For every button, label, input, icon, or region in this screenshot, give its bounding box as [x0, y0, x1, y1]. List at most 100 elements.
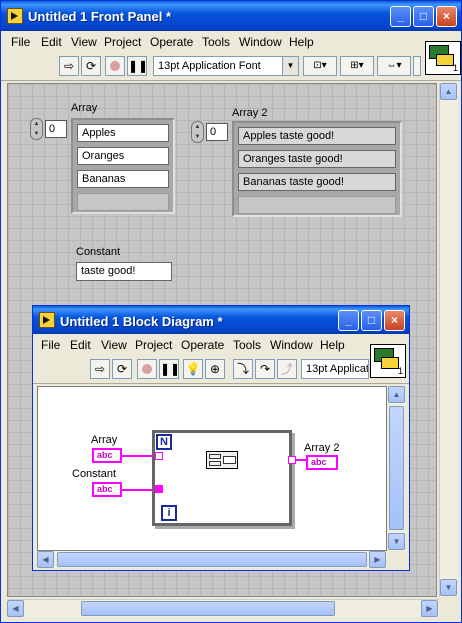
block-diagram-window: Untitled 1 Block Diagram * _ □ × File Ed…	[32, 305, 410, 571]
front-panel-horizontal-scrollbar[interactable]: ◀ ▶	[7, 599, 439, 617]
step-out-icon[interactable]: ⤴	[277, 359, 297, 379]
menu-help[interactable]: Help	[289, 35, 314, 49]
block-diagram-menubar: File Edit View Project Operate Tools Win…	[33, 334, 409, 354]
array2-element: Bananas taste good!	[238, 173, 396, 191]
align-objects-icon[interactable]: ⊡▾	[303, 56, 337, 76]
loop-iteration-terminal[interactable]: i	[161, 505, 177, 521]
front-panel-title: Untitled 1 Front Panel *	[28, 9, 172, 24]
constant-string-control[interactable]: taste good!	[76, 262, 172, 281]
vi-connector-icon[interactable]: 1	[370, 344, 406, 378]
array-index-value[interactable]: 0	[45, 120, 67, 138]
menu-edit[interactable]: Edit	[70, 338, 91, 352]
pause-icon[interactable]: ❚❚	[159, 359, 180, 379]
retain-wire-values-icon[interactable]: ⊕	[205, 359, 225, 379]
font-selector[interactable]: 13pt Application Font ▼	[153, 56, 299, 76]
menu-file[interactable]: File	[11, 35, 30, 49]
array-index-display[interactable]: ▲ ▼ 0	[30, 118, 67, 140]
input-tunnel[interactable]	[155, 485, 163, 493]
array2-terminal[interactable]: abc	[306, 455, 338, 470]
distribute-objects-icon[interactable]: ⊞▾	[340, 56, 374, 76]
menu-operate[interactable]: Operate	[181, 338, 224, 352]
array-terminal[interactable]: abc	[92, 448, 122, 463]
menu-edit[interactable]: Edit	[41, 35, 62, 49]
front-panel-title-bar[interactable]: Untitled 1 Front Panel * _ □ ×	[1, 1, 461, 31]
menu-view[interactable]: View	[71, 35, 97, 49]
scroll-left-icon[interactable]: ◀	[7, 600, 24, 617]
scroll-right-icon[interactable]: ▶	[369, 551, 386, 568]
scroll-down-icon[interactable]: ▼	[388, 533, 405, 550]
maximize-button[interactable]: □	[413, 6, 434, 27]
menu-help[interactable]: Help	[320, 338, 345, 352]
highlight-execution-icon[interactable]: 💡	[183, 359, 203, 379]
block-diagram-title-bar[interactable]: Untitled 1 Block Diagram * _ □ ×	[33, 306, 409, 334]
concatenate-strings-node[interactable]	[206, 451, 238, 469]
string-array-wire[interactable]	[122, 455, 156, 457]
array-element[interactable]: Bananas	[77, 170, 169, 188]
run-arrow-icon[interactable]: ⇨	[59, 56, 79, 76]
scroll-up-icon[interactable]: ▲	[440, 83, 457, 100]
array2-element: Oranges taste good!	[238, 150, 396, 168]
block-diagram-horizontal-scrollbar[interactable]: ◀ ▶	[37, 551, 387, 568]
menu-tools[interactable]: Tools	[202, 35, 230, 49]
scroll-down-icon[interactable]: ▼	[440, 579, 457, 596]
horizontal-scroll-thumb[interactable]	[57, 552, 367, 567]
vi-glyph-arrow-icon	[381, 357, 399, 369]
array2-frame: Apples taste good! Oranges taste good! B…	[232, 121, 402, 217]
step-over-icon[interactable]: ↷	[255, 359, 275, 379]
string-wire[interactable]	[122, 489, 156, 491]
close-button[interactable]: ×	[436, 6, 457, 27]
array2-terminal-label: Array 2	[304, 442, 340, 454]
auto-index-tunnel[interactable]	[155, 452, 163, 460]
for-loop[interactable]: N i	[152, 430, 292, 526]
abort-execution-icon[interactable]	[105, 56, 125, 76]
run-continuously-icon[interactable]: ⟳	[112, 359, 132, 379]
font-selector[interactable]: 13pt Applicat	[301, 359, 369, 379]
scroll-right-icon[interactable]: ▶	[421, 600, 438, 617]
scroll-left-icon[interactable]: ◀	[37, 551, 54, 568]
run-arrow-icon[interactable]: ⇨	[90, 359, 110, 379]
output-tunnel[interactable]	[288, 456, 296, 464]
increment-decrement-icon[interactable]: ▲ ▼	[191, 121, 204, 143]
run-continuously-icon[interactable]: ⟳	[81, 56, 101, 76]
menu-project[interactable]: Project	[135, 338, 172, 352]
concat-input-icon	[209, 454, 221, 459]
vertical-scroll-thumb[interactable]	[389, 406, 404, 530]
menu-view[interactable]: View	[101, 338, 127, 352]
abort-execution-icon[interactable]	[137, 359, 157, 379]
menu-file[interactable]: File	[41, 338, 60, 352]
resize-objects-icon[interactable]: ⇔▾	[377, 56, 411, 76]
chevron-down-icon: ▼	[282, 57, 298, 75]
terminal-type: abc	[311, 457, 327, 467]
reorder-icon[interactable]	[413, 56, 421, 76]
maximize-button[interactable]: □	[361, 310, 382, 331]
front-panel-vertical-scrollbar[interactable]: ▲ ▼	[439, 83, 457, 597]
pause-icon[interactable]: ❚❚	[127, 56, 148, 76]
menu-tools[interactable]: Tools	[233, 338, 261, 352]
close-button[interactable]: ×	[384, 310, 405, 331]
menu-operate[interactable]: Operate	[150, 35, 193, 49]
menu-window[interactable]: Window	[239, 35, 282, 49]
minimize-button[interactable]: _	[338, 310, 359, 331]
menu-window[interactable]: Window	[270, 338, 313, 352]
minimize-button[interactable]: _	[390, 6, 411, 27]
menu-project[interactable]: Project	[104, 35, 141, 49]
horizontal-scroll-thumb[interactable]	[81, 601, 335, 616]
array2-label: Array 2	[232, 107, 268, 119]
constant-label: Constant	[76, 246, 121, 258]
increment-decrement-icon[interactable]: ▲ ▼	[30, 118, 43, 140]
scroll-up-icon[interactable]: ▲	[388, 386, 405, 403]
vi-connector-icon[interactable]: 1	[425, 41, 461, 75]
array-element[interactable]: Oranges	[77, 147, 169, 165]
concat-input-icon	[209, 461, 221, 466]
block-diagram-vertical-scrollbar[interactable]: ▲ ▼	[388, 386, 405, 551]
array2-index-value[interactable]: 0	[206, 123, 228, 141]
block-diagram-canvas[interactable]: Array abc Constant abc N i Array 2 abc	[37, 386, 387, 551]
step-into-icon[interactable]: ⤵	[233, 359, 253, 379]
constant-terminal[interactable]: abc	[92, 482, 122, 497]
array-element-empty[interactable]	[77, 193, 169, 211]
array2-index-display[interactable]: ▲ ▼ 0	[191, 121, 228, 143]
array-element[interactable]: Apples	[77, 124, 169, 142]
array-terminal-label: Array	[91, 434, 118, 446]
front-panel-toolbar: ⇨ ⟳ ❚❚ 13pt Application Font ▼ ⊡▾ ⊞▾ ⇔▾	[1, 51, 461, 81]
loop-count-terminal[interactable]: N	[156, 434, 172, 450]
